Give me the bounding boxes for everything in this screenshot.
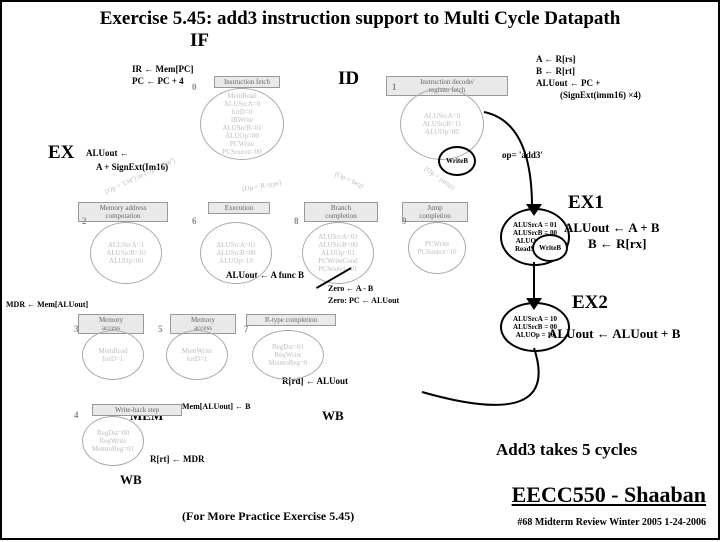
state-6: ALUSrcA=01 ALUSrcB=00 ALUOp=10 — [200, 222, 272, 284]
state-0: MemRead ALUSrcA=0 IorD=0 IRWrite ALUSrcB… — [200, 88, 284, 160]
stage-ex2: EX2 — [572, 292, 608, 314]
ex1-2: B ← R[rx] — [588, 236, 647, 252]
hdr-8: Branch completion — [304, 202, 378, 222]
mdr: MDR ← Mem[ALUout] — [6, 300, 88, 309]
hdr-7: R-type completion — [246, 314, 336, 326]
ex1-1: ALUout ← A + B — [564, 220, 660, 236]
footer-course: EECC550 - Shaaban — [512, 482, 706, 508]
hdr-9: Jump completion — [402, 202, 468, 222]
state-2: ALUSrcA=1 ALUSrcB=10 ALUOp=00 — [90, 222, 162, 284]
hdr-6: Execution — [208, 202, 270, 214]
id-ext: (SignExt(imm16) ×4) — [560, 90, 641, 100]
page-title: Exercise 5.45: add3 instruction support … — [2, 8, 718, 30]
fsm-diagram: Instruction fetch MemRead ALUSrcA=0 IorD… — [122, 52, 562, 482]
stage-ex: EX — [48, 142, 74, 164]
stage-ex1: EX1 — [568, 192, 604, 214]
state-5: MemWrite IorD=1 — [166, 330, 228, 380]
hdr-2: Memory address computation — [78, 202, 168, 222]
hdr-4: Write-back step — [92, 404, 182, 416]
state-writeB-ex1: WriteB — [532, 234, 568, 262]
state-7: RegDst=01 RegWrite MemtoReg=0 — [252, 330, 324, 380]
slide: Exercise 5.45: add3 instruction support … — [0, 0, 720, 540]
state-9: PCWrite PCSource=10 — [408, 222, 466, 274]
state-4: RegDst=00 RegWrite MemtoReg=01 — [82, 416, 144, 466]
state-writeB-id: WriteB — [438, 146, 476, 176]
stage-if: IF — [190, 30, 209, 52]
state-1: ALUSrcA=0 ALUSrcB=11 ALUOp=00 — [400, 88, 484, 160]
hdr-0: Instruction fetch — [214, 76, 280, 88]
state-3: MemRead IorD=1 — [82, 330, 144, 380]
footer-line: #68 Midterm Review Winter 2005 1-24-2006 — [517, 517, 706, 528]
more-practice: (For More Practice Exercise 5.45) — [182, 509, 354, 524]
state-ex2: ALUSrcA = 10 ALUSrcB = 00 ALUOp = 10 — [500, 302, 570, 352]
